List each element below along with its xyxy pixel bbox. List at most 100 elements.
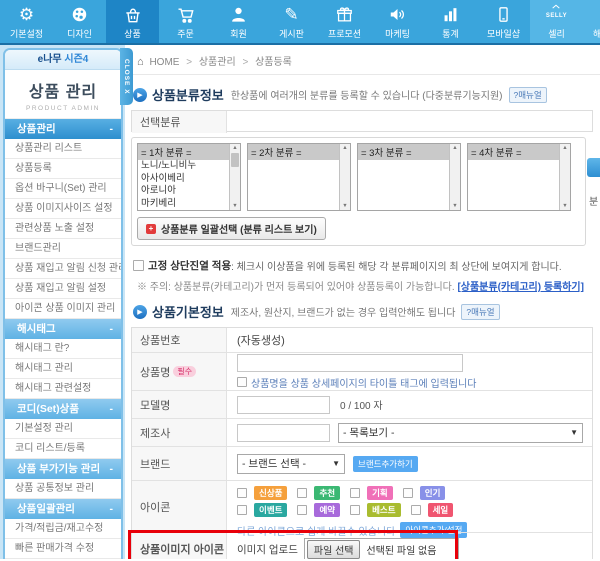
product-name-input[interactable] (237, 354, 463, 372)
scroll-up-icon[interactable]: ▲ (450, 145, 460, 151)
icon-badge-reserve: 예약 (314, 503, 340, 517)
icon-checkbox-plan[interactable] (350, 488, 360, 498)
file-select-button[interactable]: 파일 선택 (307, 540, 361, 559)
classification-level2-listbox[interactable]: = 2차 분류 = ▲ ▼ (247, 143, 351, 211)
manufacturer-select[interactable]: - 목록보기 - ▼ (338, 423, 583, 443)
scrollbar[interactable]: ▲ ▼ (339, 144, 350, 210)
register-category-link[interactable]: [상품분류(카테고리) 등록하기] (457, 282, 584, 293)
icons-label: 아이콘 (132, 481, 227, 532)
brand-name: e나무 (38, 54, 62, 65)
home-icon[interactable]: ⌂ (137, 56, 144, 68)
image-upload-label: 이미지 업로드 (237, 542, 298, 557)
nav-item-stats[interactable]: 통계 (424, 0, 477, 43)
scrollbar[interactable]: ▲ ▼ (449, 144, 460, 210)
sidebar-section-product-mgmt[interactable]: 상품관리 - (5, 119, 121, 139)
table-row-icons: 아이콘 신상품 추천 기획 인기 이벤트 예약 베스트 세 (132, 480, 592, 532)
scroll-down-icon[interactable]: ▼ (340, 203, 350, 209)
title-tag-checkbox[interactable] (237, 377, 247, 387)
sidebar-item-codi-basic[interactable]: 기본설정 관리 (5, 419, 121, 439)
close-tab-label: CLOSE X (123, 59, 130, 95)
list-item[interactable]: 마키베리 (138, 198, 229, 211)
sidebar-item-hashtag-mgmt[interactable]: 해시태그 관리 (5, 359, 121, 379)
nav-item-overseas[interactable]: ✈ 해외지원 (583, 0, 600, 43)
sidebar-section-bulk[interactable]: 상품일괄관리 - (5, 499, 121, 519)
collapse-minus-icon[interactable]: - (110, 499, 114, 519)
sidebar-section-codi-set[interactable]: 코디(Set)상품 - (5, 399, 121, 419)
sidebar-item-product-list[interactable]: 상품관리 리스트 (5, 139, 121, 159)
nav-item-design[interactable]: 디자인 (53, 0, 106, 43)
section-title: 상품기본정보 (152, 302, 224, 321)
sidebar-item-restock-setting[interactable]: 상품 재입고 알림 설정 (5, 279, 121, 299)
classification-side-button[interactable] (587, 158, 600, 177)
sidebar-close-tab[interactable]: CLOSE X (120, 48, 133, 105)
collapse-minus-icon[interactable]: - (110, 319, 114, 339)
sidebar-section-addon[interactable]: 상품 부가기능 관리 - (5, 459, 121, 479)
bulk-select-button[interactable]: + 상품분류 일괄선택 (분류 리스트 보기) (137, 217, 326, 240)
add-brand-button[interactable]: 브랜드추가하기 (353, 456, 418, 472)
icon-checkbox-event[interactable] (237, 505, 247, 515)
sidebar-item-hashtag-what[interactable]: 해시태그 란? (5, 339, 121, 359)
nav-item-promotion[interactable]: 프로모션 (318, 0, 371, 43)
manufacturer-input[interactable] (237, 424, 330, 442)
icon-badge-popular: 인기 (420, 486, 446, 500)
sidebar-item-hashtag-setting[interactable]: 해시태그 관련설정 (5, 379, 121, 399)
scroll-thumb[interactable] (231, 153, 239, 167)
collapse-minus-icon[interactable]: - (110, 459, 114, 479)
list-item[interactable]: 아사이베리 (138, 173, 229, 186)
classification-level4-listbox[interactable]: = 4차 분류 = ▲ ▼ (467, 143, 571, 211)
manual-badge[interactable]: ?매뉴얼 (509, 87, 547, 103)
breadcrumb-crumb1[interactable]: 상품관리 (199, 57, 236, 68)
file-input[interactable]: 파일 선택 선택된 파일 없음 (304, 538, 459, 559)
brand-select[interactable]: - 브랜드 선택 - ▼ (237, 454, 345, 474)
manual-badge[interactable]: ?매뉴얼 (461, 304, 499, 320)
nav-item-mobileshop[interactable]: 모바일샵 (477, 0, 530, 43)
scroll-up-icon[interactable]: ▲ (340, 145, 350, 151)
nav-item-board[interactable]: ✎ 게시판 (265, 0, 318, 43)
breadcrumb: ⌂ HOME > 상품관리 > 상품등록 (131, 45, 600, 75)
icon-checkbox-new[interactable] (237, 488, 247, 498)
icon-checkbox-best[interactable] (350, 505, 360, 515)
sidebar-item-icon-image[interactable]: 아이콘 상품 이미지 관리 (5, 299, 121, 319)
sidebar-item-quick-price[interactable]: 빠른 판매가격 수정 (5, 539, 121, 559)
scrollbar[interactable]: ▲ ▼ (559, 144, 570, 210)
sidebar-item-restock-request[interactable]: 상품 재입고 알림 신청 관리 (5, 259, 121, 279)
scroll-down-icon[interactable]: ▼ (560, 203, 570, 209)
nav-item-product[interactable]: 상품 (106, 0, 159, 43)
list-item[interactable]: 노니/노니비누 (138, 160, 229, 173)
fixed-top-checkbox[interactable] (133, 260, 144, 271)
classification-level1-listbox[interactable]: = 1차 분류 = 노니/노니비누 아사이베리 아로니아 마키베리 천연칡뿌리 … (137, 143, 241, 211)
icon-checkbox-recommend[interactable] (297, 488, 307, 498)
classification-level3-listbox[interactable]: = 3차 분류 = ▲ ▼ (357, 143, 461, 211)
selected-classification-label: 선택분류 (132, 111, 227, 133)
model-label: 모델명 (132, 391, 227, 418)
sidebar-item-related-expose[interactable]: 관련상품 노출 설정 (5, 219, 121, 239)
nav-item-marketing[interactable]: 마케팅 (371, 0, 424, 43)
sidebar-item-image-size[interactable]: 상품 이미지사이즈 설정 (5, 199, 121, 219)
scroll-up-icon[interactable]: ▲ (560, 145, 570, 151)
breadcrumb-home[interactable]: HOME (149, 57, 179, 68)
nav-item-order[interactable]: 주문 (159, 0, 212, 43)
scroll-up-icon[interactable]: ▲ (230, 145, 240, 151)
model-char-counter: 0 / 100 자 (340, 397, 383, 412)
model-input[interactable] (237, 396, 330, 414)
sidebar-section-hashtag[interactable]: 해시태그 - (5, 319, 121, 339)
collapse-minus-icon[interactable]: - (110, 119, 114, 139)
nav-item-member[interactable]: 회원 (212, 0, 265, 43)
sidebar-item-common-info[interactable]: 상품 공통정보 관리 (5, 479, 121, 499)
scrollbar[interactable]: ▲ ▼ (229, 144, 240, 210)
scroll-down-icon[interactable]: ▼ (230, 203, 240, 209)
icon-checkbox-popular[interactable] (403, 488, 413, 498)
nav-item-selly[interactable]: SELLY 셀리 (530, 0, 583, 43)
breadcrumb-crumb2[interactable]: 상품등록 (255, 57, 292, 68)
collapse-minus-icon[interactable]: - (110, 399, 114, 419)
nav-item-settings[interactable]: ⚙ 기본설정 (0, 0, 53, 43)
sidebar-item-price-stock[interactable]: 가격/적립금/재고수정 (5, 519, 121, 539)
sidebar-item-brand-mgmt[interactable]: 브랜드관리 (5, 239, 121, 259)
icon-checkbox-sale[interactable] (411, 505, 421, 515)
list-item[interactable]: 아로니아 (138, 185, 229, 198)
scroll-down-icon[interactable]: ▼ (450, 203, 460, 209)
sidebar-item-option-set[interactable]: 옵션 바구니(Set) 관리 (5, 179, 121, 199)
sidebar-item-product-register[interactable]: 상품등록 (5, 159, 121, 179)
sidebar-item-codi-list[interactable]: 코디 리스트/등록 (5, 439, 121, 459)
icon-checkbox-reserve[interactable] (297, 505, 307, 515)
